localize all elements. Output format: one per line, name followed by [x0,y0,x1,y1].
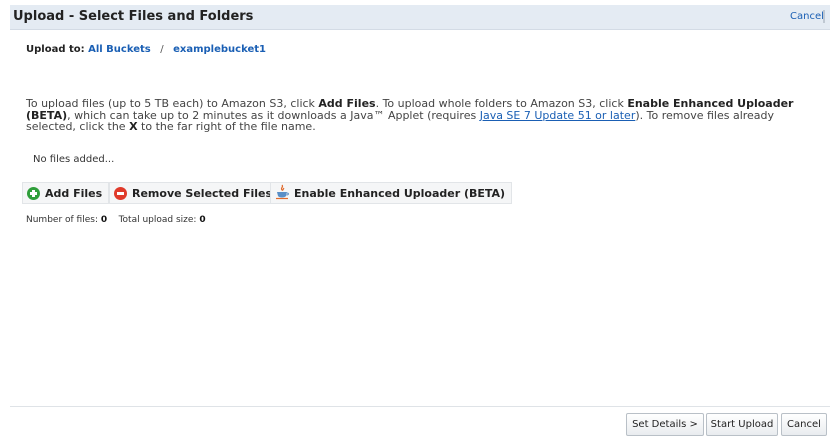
file-list-empty-text: No files added... [33,154,115,165]
breadcrumb-separator: / [160,44,164,55]
header-divider [823,10,825,23]
plus-circle-icon [27,186,40,200]
set-details-button[interactable]: Set Details > [626,413,704,436]
enable-enhanced-uploader-button[interactable]: Enable Enhanced Uploader (BETA) [270,182,513,204]
upload-instructions: To upload files (up to 5 TB each) to Ama… [26,98,821,133]
files-count-value: 0 [100,215,108,225]
upload-size-value: 0 [199,215,206,225]
breadcrumb-all-buckets-link[interactable]: All Buckets [88,44,151,55]
instructions-x: X [129,120,138,133]
minus-circle-icon [114,186,127,200]
header-cancel-link[interactable]: Cancel [790,11,824,22]
dialog-title: Upload - Select Files and Folders [13,9,254,24]
dialog-header: Upload - Select Files and Folders Cancel [10,5,830,30]
breadcrumb-prefix: Upload to: [26,44,85,55]
remove-selected-files-button[interactable]: Remove Selected Files [109,182,280,204]
enable-enhanced-label: Enable Enhanced Uploader (BETA) [294,186,506,200]
breadcrumb-bucket-link[interactable]: examplebucket1 [173,44,266,55]
files-count-label: Number of files: [26,215,98,225]
cancel-button[interactable]: Cancel [781,413,827,436]
remove-selected-label: Remove Selected Files [132,186,273,200]
instructions-text-5: to the far right of the file name. [137,120,316,133]
upload-stats: Number of files: 0 Total upload size: 0 [26,215,206,225]
java-requirement-link[interactable]: Java SE 7 Update 51 or later [480,109,636,122]
add-files-button[interactable]: Add Files [22,182,110,204]
java-icon [275,184,289,203]
breadcrumb: Upload to: All Buckets / examplebucket1 [26,44,266,55]
add-files-label: Add Files [45,186,103,200]
footer-divider [10,406,830,407]
start-upload-button[interactable]: Start Upload [706,413,778,436]
upload-size-label: Total upload size: [118,215,197,225]
